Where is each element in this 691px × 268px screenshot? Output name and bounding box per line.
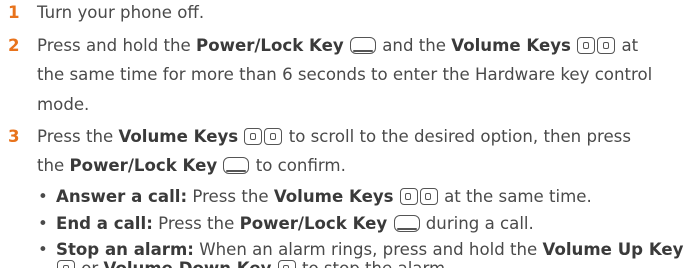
bullet-marker: • <box>38 187 48 206</box>
step-text-line: the Power/Lock Key to confirm. <box>37 156 346 176</box>
volume-key-icon <box>577 37 596 54</box>
step-text-line: the same time for more than 6 seconds to… <box>37 65 653 84</box>
bullet-label: Answer a call: <box>56 187 188 206</box>
key-name: Power/Lock Key <box>69 156 218 175</box>
text-run: Press and hold the <box>37 36 197 55</box>
key-name: Volume Keys <box>273 187 394 206</box>
step-number: 3 <box>8 127 20 146</box>
text-run: or <box>76 259 104 268</box>
text-run: and the <box>376 36 452 55</box>
key-name: Power/Lock Key <box>196 36 344 55</box>
power-lock-key-icon <box>393 215 420 232</box>
bullet-label: Stop an alarm: <box>56 240 194 259</box>
power-lock-key-icon <box>349 37 376 54</box>
step-number: 2 <box>8 36 20 55</box>
step-text-line: mode. <box>37 95 90 114</box>
bullet-marker: • <box>38 214 48 233</box>
bullet-end-call: • End a call: Press the Power/Lock Key du… <box>38 214 534 234</box>
text-run: to confirm. <box>250 156 346 175</box>
key-name: Volume Up Key <box>542 240 684 259</box>
bullet-label: End a call: <box>56 214 153 233</box>
step-text: Turn your phone off. <box>37 3 205 22</box>
step-2: 2 Press and hold the Power/Lock Key and … <box>0 36 691 56</box>
step-text-line: Press the Volume Keys to scroll to the d… <box>37 127 631 147</box>
text-run: When an alarm rings, press and hold the <box>193 240 543 259</box>
key-name: Volume Keys <box>451 36 571 55</box>
text-run: during a call. <box>420 214 534 233</box>
text-run: Press the <box>37 127 119 146</box>
volume-down-key-icon <box>277 260 296 268</box>
key-name: Volume Keys <box>118 127 239 146</box>
text-run: at the same time. <box>438 187 592 206</box>
volume-key-icon <box>244 128 263 145</box>
step-number: 1 <box>8 3 20 22</box>
volume-key-icon <box>264 128 283 145</box>
volume-up-key-icon <box>57 260 75 268</box>
text-run: Press the <box>152 214 240 233</box>
text-run: the <box>37 156 70 175</box>
key-name: Volume Down Key <box>104 259 272 268</box>
text-run: Press the <box>187 187 274 206</box>
text-run: to scroll to the desired option, then pr… <box>283 127 631 146</box>
step-text-line: Press and hold the Power/Lock Key and th… <box>37 36 638 56</box>
bullet-stop-alarm-line2: or Volume Down Key to stop the alarm. <box>56 259 450 268</box>
step-3: 3 Press the Volume Keys to scroll to the… <box>0 127 691 147</box>
bullet-marker: • <box>38 240 48 259</box>
key-name: Power/Lock Key <box>239 214 388 233</box>
volume-key-icon <box>597 37 616 54</box>
text-run: to stop the alarm. <box>297 259 450 268</box>
bullet-stop-alarm: • Stop an alarm: When an alarm rings, pre… <box>38 240 683 260</box>
bullet-answer-call: • Answer a call: Press the Volume Keys at… <box>38 187 592 207</box>
power-lock-key-icon <box>223 157 250 174</box>
volume-key-icon <box>419 188 438 205</box>
volume-key-icon <box>399 188 418 205</box>
text-run: at <box>616 36 639 55</box>
